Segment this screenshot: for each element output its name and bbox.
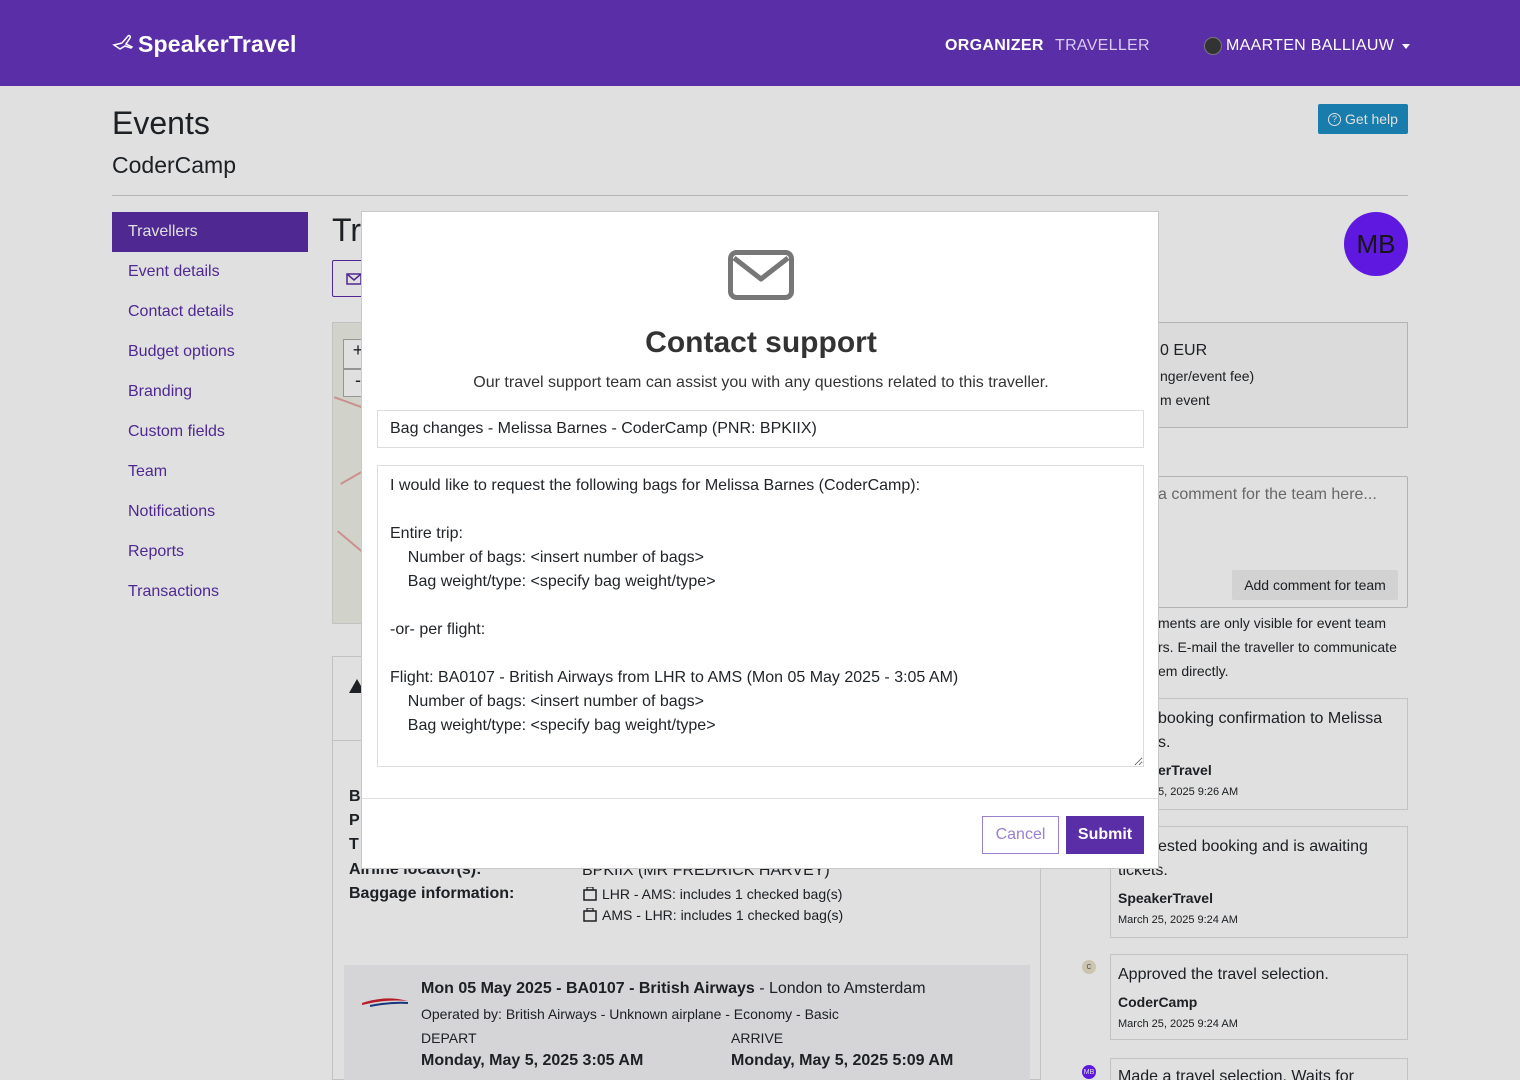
airplane-icon xyxy=(112,34,134,50)
avatar xyxy=(1204,37,1222,55)
brand-name: SpeakerTravel xyxy=(138,30,297,57)
message-textarea[interactable]: I would like to request the following ba… xyxy=(377,465,1144,767)
chevron-down-icon xyxy=(1402,43,1411,49)
user-name: MAARTEN BALLIAUW xyxy=(1226,37,1395,54)
user-menu[interactable]: MAARTEN BALLIAUW xyxy=(1204,37,1411,55)
nav-traveller[interactable]: TRAVELLER xyxy=(1055,37,1150,55)
cancel-button[interactable]: Cancel xyxy=(982,816,1059,854)
nav-organizer[interactable]: ORGANIZER xyxy=(945,37,1044,55)
modal-title: Contact support xyxy=(645,326,877,359)
modal-description: Our travel support team can assist you w… xyxy=(473,374,1049,391)
envelope-icon xyxy=(728,250,794,300)
contact-support-modal: Contact support Our travel support team … xyxy=(361,211,1159,869)
divider xyxy=(362,798,1158,799)
submit-button[interactable]: Submit xyxy=(1066,816,1144,854)
subject-input[interactable] xyxy=(377,410,1144,448)
top-navbar: SpeakerTravel ORGANIZER TRAVELLER MAARTE… xyxy=(0,0,1520,86)
brand-logo[interactable]: SpeakerTravel xyxy=(112,28,297,60)
